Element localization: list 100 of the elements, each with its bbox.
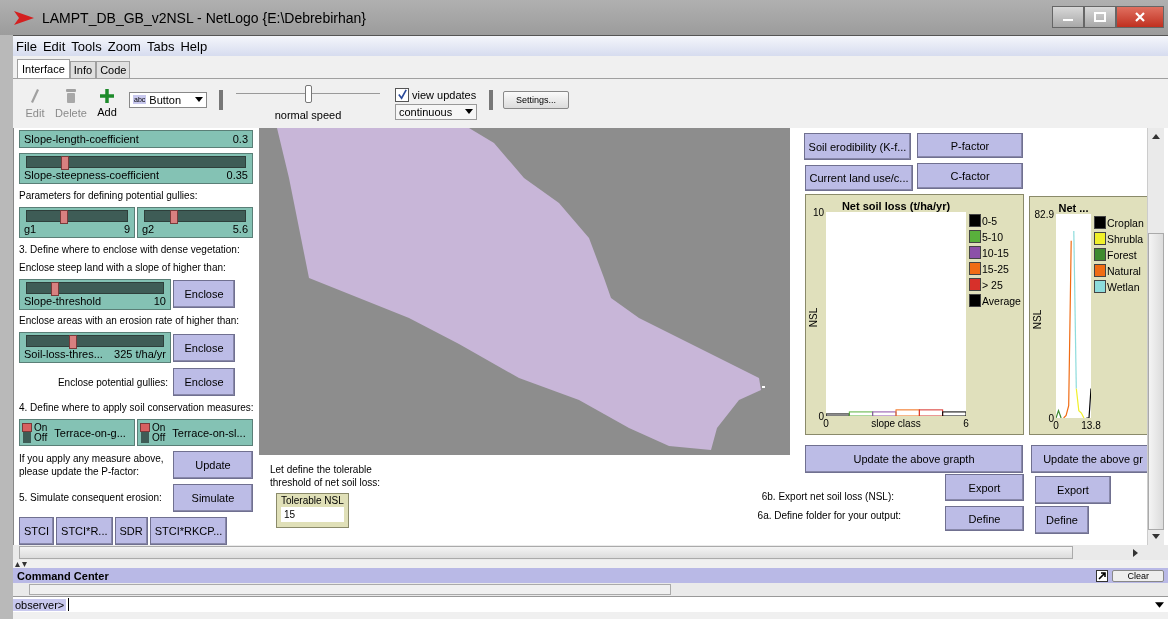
- agent-prompt[interactable]: observer>: [13, 598, 67, 611]
- note-text: Parameters for defining potential gullies:: [19, 188, 199, 202]
- menu-item[interactable]: Tools: [71, 38, 102, 54]
- widget-button[interactable]: Enclose: [173, 280, 235, 309]
- settings-button[interactable]: Settings...: [503, 90, 570, 109]
- widget-button[interactable]: Export: [1035, 476, 1111, 504]
- axis-tick-label: 0: [823, 418, 829, 429]
- axis-tick-label: 13.8: [1081, 420, 1101, 431]
- note-text: 6b. Export net soil loss (NSL):: [761, 490, 894, 503]
- checkbox-label[interactable]: view updates: [412, 88, 477, 101]
- note-text: 3. Define where to enclose with dense vegetation:: [19, 242, 241, 256]
- widget-button[interactable]: P-factor: [917, 133, 1023, 158]
- slider[interactable]: Slope-steepness-coefficient 0.35: [19, 152, 253, 184]
- splitter-arrows-icon[interactable]: [15, 561, 27, 567]
- widget-button[interactable]: Update the above grapth: [805, 445, 1023, 473]
- widget-button[interactable]: Soil erodibility (K-f...: [804, 133, 911, 160]
- slider[interactable]: Slope-threshold 10: [19, 278, 171, 310]
- slider-value: 5.6: [232, 222, 248, 236]
- legend-label: Average: [982, 294, 1021, 307]
- legend-label: 5-10: [982, 230, 1003, 243]
- legend-label: Croplan: [1107, 216, 1144, 229]
- slider-label: g1: [24, 222, 37, 236]
- input-field[interactable]: Tolerable NSL 15: [276, 493, 349, 528]
- axis-tick-label: 0: [1048, 412, 1054, 424]
- widget-button[interactable]: STCI*R...: [56, 516, 113, 545]
- tab[interactable]: Interface: [17, 59, 70, 78]
- expand-icon[interactable]: [1096, 569, 1109, 582]
- slider-thumb[interactable]: [51, 281, 60, 296]
- widget-button[interactable]: STCI*RKCP...: [149, 516, 228, 545]
- legend-label: Shrubla: [1107, 232, 1144, 245]
- slider[interactable]: g2 5.6: [137, 206, 253, 238]
- plot-title: Net soil loss (t/ha/yr): [840, 200, 952, 212]
- widget-button[interactable]: Enclose: [173, 368, 235, 397]
- widget-button[interactable]: SDR: [114, 516, 148, 545]
- close-icon[interactable]: [1134, 12, 1146, 22]
- scrollbar[interactable]: [13, 545, 1168, 560]
- widget-button[interactable]: Enclose: [173, 333, 235, 362]
- up-arrow-icon[interactable]: [1152, 134, 1160, 139]
- switch-toggle[interactable]: [23, 422, 31, 443]
- close-button[interactable]: [1116, 6, 1164, 28]
- slider-thumb[interactable]: [68, 335, 77, 350]
- widget-button[interactable]: Define: [1035, 506, 1089, 534]
- tab[interactable]: Code: [96, 61, 131, 78]
- window-title: LAMPT_DB_GB_v2NSL - NetLogo {E:\Debrebirhan}: [42, 9, 366, 26]
- slider-value: 9: [123, 222, 130, 236]
- on-label: On: [34, 422, 48, 433]
- caret-icon[interactable]: [465, 109, 473, 114]
- widget-button[interactable]: Export: [945, 474, 1024, 501]
- update-mode-dropdown[interactable]: continuous: [395, 103, 477, 120]
- legend-label: 15-25: [982, 262, 1009, 275]
- caret-icon[interactable]: [1155, 601, 1164, 608]
- axis-tick-label: 6: [963, 418, 969, 429]
- note-text: If you apply any measure above, please update the P-factor:: [19, 452, 165, 479]
- switch-label: Terrace-on-g...: [54, 426, 126, 439]
- clear-button[interactable]: Clear: [1112, 569, 1164, 582]
- widget-button[interactable]: STCI: [19, 516, 55, 545]
- on-label: On: [152, 422, 166, 433]
- panel-title: Command Center: [17, 569, 109, 582]
- menu-item[interactable]: Edit: [42, 38, 66, 54]
- maximize-button[interactable]: [1084, 6, 1116, 28]
- minimize-button[interactable]: [1052, 6, 1084, 28]
- widget-button[interactable]: Update the above gr: [1031, 445, 1147, 473]
- plot-title: Net ...: [1057, 202, 1090, 214]
- slider-value: 10: [153, 294, 166, 308]
- down-arrow-icon[interactable]: [1152, 534, 1160, 539]
- slider-label: Slope-length-coefficient: [24, 133, 139, 146]
- legend-label: Natural: [1107, 264, 1141, 277]
- slider-thumb[interactable]: [305, 84, 312, 103]
- slider-thumb[interactable]: [60, 209, 68, 224]
- widget-button[interactable]: C-factor: [917, 163, 1023, 189]
- slider-thumb[interactable]: [61, 155, 70, 170]
- slider[interactable]: Soil-loss-thres... 325 t/ha/yr: [19, 332, 171, 364]
- plus-icon[interactable]: [100, 89, 114, 103]
- scrollbar[interactable]: [1147, 128, 1164, 545]
- right-arrow-icon[interactable]: [1133, 548, 1138, 557]
- menu-item[interactable]: Tabs: [146, 38, 175, 54]
- legend-label: Wetlan: [1107, 280, 1140, 293]
- slider-label: Slope-threshold: [24, 294, 102, 308]
- switch-toggle[interactable]: [141, 422, 149, 443]
- note-text: Enclose potential gullies:: [56, 375, 169, 389]
- widget-button[interactable]: Current land use/c...: [805, 165, 913, 191]
- note-text: 5. Simulate consequent erosion:: [19, 491, 163, 505]
- slider[interactable]: g1 9: [19, 206, 135, 238]
- caret-icon[interactable]: [195, 97, 203, 102]
- checkbox[interactable]: [395, 87, 409, 102]
- widget-button[interactable]: Define: [945, 506, 1024, 531]
- scrollbar[interactable]: [13, 583, 1168, 596]
- slider-thumb[interactable]: [170, 209, 178, 224]
- tool-label[interactable]: Add: [97, 106, 117, 118]
- speed-label: normal speed: [274, 108, 342, 121]
- note-text: 6a. Define folder for your output:: [757, 509, 901, 522]
- menu-item[interactable]: Zoom: [107, 38, 141, 54]
- menu-item[interactable]: Help: [180, 38, 208, 54]
- menu-item[interactable]: File: [16, 38, 37, 54]
- tab[interactable]: Info: [69, 61, 97, 78]
- slider-label-strip[interactable]: Slope-length-coefficient 0.3: [19, 130, 253, 148]
- widget-button[interactable]: Update: [173, 451, 253, 480]
- widget-button[interactable]: Simulate: [173, 484, 253, 512]
- slider-label: Slope-steepness-coefficient: [24, 168, 159, 182]
- slider-value: 325 t/ha/yr: [114, 348, 166, 362]
